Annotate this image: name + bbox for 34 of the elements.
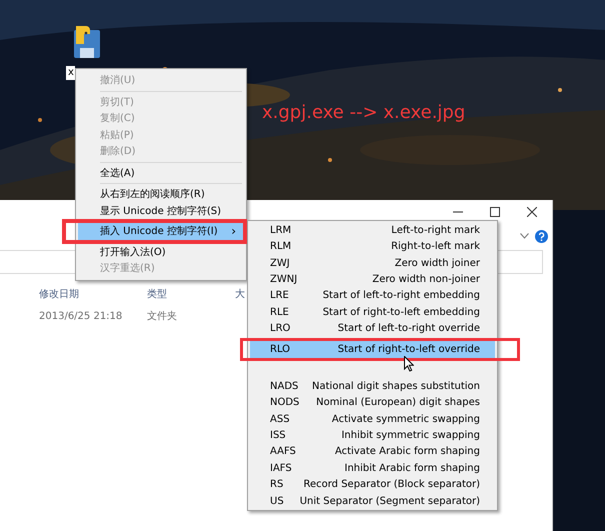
table-cell-text: 文件夹 (147, 310, 178, 323)
menu-item[interactable]: LRE Start of left-to-right embedding (250, 288, 495, 304)
menu-item[interactable]: RLE Start of right-to-left embedding (250, 304, 495, 321)
menu-item[interactable]: LRM Left-to-right mark (250, 222, 495, 238)
annotation-text: x.gpj.exe --> x.exe.jpg (262, 102, 466, 123)
menu-item[interactable]: US Unit Separator (Segment separator) (250, 493, 495, 510)
menu-item[interactable]: ZWNJ Zero width non-joiner (250, 271, 495, 288)
menu-item[interactable]: RLM Right-to-left mark (250, 238, 495, 255)
menu-item[interactable]: NODS Nominal (European) digit shapes (250, 394, 495, 411)
file-name-label[interactable]: x (66, 66, 75, 80)
column-header[interactable]: 类型 (147, 287, 235, 301)
column-header[interactable]: 大 (235, 287, 245, 301)
help-icon[interactable] (535, 230, 548, 242)
chevron-down-icon[interactable] (520, 233, 529, 239)
menu-item[interactable]: 全选(A) (78, 164, 244, 181)
column-header[interactable]: 修改日期 (39, 287, 147, 301)
menu-item[interactable]: 从右到左的阅读顺序(R) (78, 186, 244, 202)
menu-item[interactable]: 打开输入法(O) (78, 244, 244, 260)
table-cell-text: 2013/6/25 21:18 (39, 310, 124, 322)
menu-item[interactable]: NADS National digit shapes substitution (250, 378, 495, 394)
menu-item[interactable]: 插入 Unicode 控制字符(I) › (78, 223, 244, 240)
floppy-disk-icon[interactable] (72, 24, 102, 60)
close-icon[interactable] (526, 207, 536, 217)
menu-item[interactable]: AAFS Activate Arabic form shaping (250, 444, 495, 460)
menu-item[interactable]: LRO Start of left-to-right override (250, 320, 495, 338)
menu-item[interactable]: ASS Activate symmetric swapping (250, 410, 495, 428)
maximize-icon[interactable] (490, 207, 500, 217)
mouse-pointer-icon (404, 356, 414, 372)
menu-item[interactable]: IAFS Inhibit Arabic form shaping (250, 460, 495, 477)
menu-item[interactable]: ZWJ Zero width joiner (250, 254, 495, 272)
menu-item[interactable]: RS Record Separator (Block separator) (250, 476, 495, 493)
menu-item[interactable]: RLO Start of right-to-left override (250, 341, 495, 358)
menu-item[interactable]: ISS Inhibit symmetric swapping (250, 427, 495, 444)
menu-item[interactable]: 显示 Unicode 控制字符(S) (78, 202, 244, 219)
